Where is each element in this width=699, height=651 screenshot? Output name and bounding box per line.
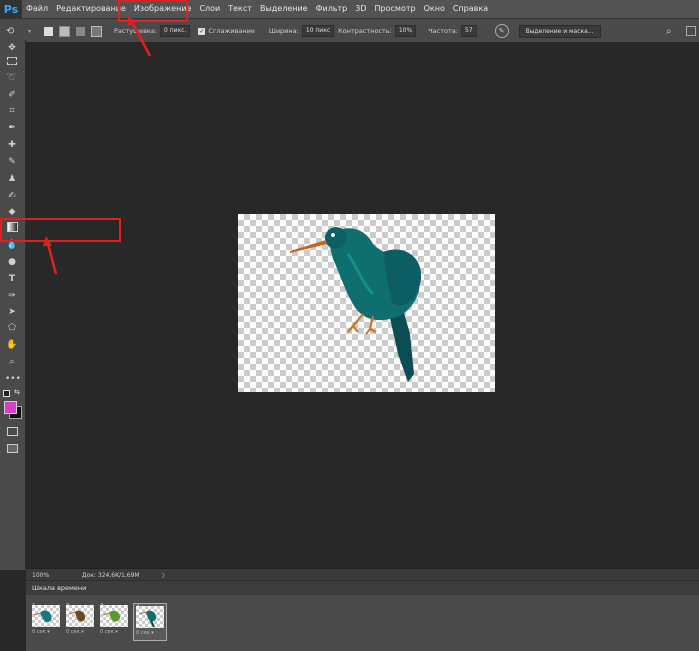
move-tool-icon[interactable]: ✥ bbox=[5, 42, 19, 54]
dodge-tool-icon[interactable]: ● bbox=[5, 256, 19, 268]
shape-tool-icon[interactable]: ⬠ bbox=[5, 322, 19, 334]
width-label: Ширина: bbox=[268, 27, 299, 35]
lasso-tool-preset-icon[interactable]: ⟲ bbox=[6, 26, 28, 37]
hummingbird-image bbox=[290, 227, 422, 382]
pen-tool-icon[interactable]: ✑ bbox=[5, 290, 19, 302]
menu-bar: Ps Файл Редактирование Изображение Слои … bbox=[0, 0, 699, 18]
more-tools-icon[interactable]: ••• bbox=[5, 373, 21, 385]
frame-number: 2 bbox=[66, 603, 70, 610]
stamp-tool-icon[interactable]: ♟ bbox=[5, 173, 19, 185]
status-menu-arrow[interactable]: 〉 bbox=[162, 571, 168, 580]
menu-window[interactable]: Окно bbox=[420, 0, 449, 18]
timeline-frame-4[interactable]: 4 0 сек.▾ bbox=[133, 603, 167, 641]
timeline-title: Шкала времени bbox=[32, 584, 87, 592]
menu-view[interactable]: Просмотр bbox=[371, 0, 420, 18]
frame-number: 3 bbox=[100, 603, 104, 610]
contrast-label: Контрастность: bbox=[338, 27, 392, 35]
annotation-box-gradient-tool bbox=[0, 218, 121, 242]
menu-layers[interactable]: Слои bbox=[195, 0, 224, 18]
frame-thumbnail bbox=[136, 606, 164, 628]
width-input[interactable]: 10 пикс bbox=[301, 25, 335, 37]
timeline-frame-1[interactable]: 1 0 сек.▾ bbox=[30, 603, 62, 639]
frequency-label: Частота: bbox=[428, 27, 458, 35]
eraser-tool-icon[interactable]: ◆ bbox=[5, 206, 19, 218]
frame-delay[interactable]: 0 сек.▾ bbox=[32, 629, 50, 635]
menu-3d[interactable]: 3D bbox=[351, 0, 370, 18]
frame-delay[interactable]: 0 сек.▾ bbox=[136, 630, 154, 636]
antialias-label: Сглаживание bbox=[208, 27, 255, 35]
crop-tool-icon[interactable]: ⌗ bbox=[5, 105, 19, 117]
quick-select-tool-icon[interactable]: ✐ bbox=[5, 89, 19, 101]
foreground-color-swatch[interactable] bbox=[4, 401, 17, 414]
marquee-tool-icon[interactable] bbox=[5, 57, 19, 69]
bird-thumbnail-icon bbox=[68, 610, 86, 622]
menu-type[interactable]: Текст bbox=[224, 0, 256, 18]
menu-help[interactable]: Справка bbox=[449, 0, 492, 18]
frequency-input[interactable]: 57 bbox=[460, 25, 477, 37]
photoshop-logo: Ps bbox=[0, 0, 22, 18]
contrast-input[interactable]: 10% bbox=[394, 25, 417, 37]
menu-select[interactable]: Выделение bbox=[256, 0, 312, 18]
chevron-down-icon[interactable]: ▾ bbox=[28, 28, 31, 35]
brush-tool-icon[interactable]: ✎ bbox=[5, 156, 19, 168]
frame-thumbnail bbox=[100, 605, 128, 627]
healing-brush-tool-icon[interactable]: ✚ bbox=[5, 139, 19, 151]
frame-number: 1 bbox=[32, 603, 36, 610]
timeline-frame-3[interactable]: 3 0 сек.▾ bbox=[98, 603, 130, 639]
bird-thumbnail-icon bbox=[33, 610, 52, 623]
stylus-pressure-icon[interactable]: ✎ bbox=[494, 24, 509, 38]
bird-thumbnail-icon bbox=[102, 610, 121, 622]
frame-delay[interactable]: 0 сек.▾ bbox=[100, 629, 118, 635]
zoom-level[interactable]: 100% bbox=[32, 572, 82, 579]
timeline-header: Шкала времени bbox=[26, 581, 699, 595]
timeline-frame-2[interactable]: 2 0 сек.▾ bbox=[64, 603, 96, 639]
timeline-panel: Шкала времени 1 0 сек.▾ 2 0 сек.▾ 3 0 се… bbox=[26, 580, 699, 651]
annotation-box-image-menu bbox=[118, 0, 188, 22]
zoom-tool-icon[interactable]: ⌕ bbox=[5, 356, 19, 368]
subtract-selection-icon[interactable] bbox=[76, 26, 86, 36]
quick-mask-icon[interactable] bbox=[5, 427, 19, 439]
path-selection-tool-icon[interactable]: ➤ bbox=[5, 306, 19, 318]
frame-number: 4 bbox=[136, 604, 140, 611]
swap-colors-icon[interactable]: ⇆ bbox=[14, 388, 20, 396]
eyedropper-tool-icon[interactable]: ✒ bbox=[5, 122, 19, 134]
menu-file[interactable]: Файл bbox=[22, 0, 52, 18]
new-selection-icon[interactable] bbox=[44, 26, 54, 36]
history-brush-tool-icon[interactable]: ✍ bbox=[5, 190, 19, 202]
add-selection-icon[interactable] bbox=[59, 25, 71, 37]
document-canvas[interactable] bbox=[238, 214, 495, 392]
workspace-icon[interactable] bbox=[686, 26, 696, 36]
intersect-selection-icon[interactable] bbox=[91, 25, 103, 37]
hand-tool-icon[interactable]: ✋ bbox=[5, 339, 19, 351]
document-info: Док: 324,6K/1,69M bbox=[82, 571, 140, 579]
feather-label: Растушевка: bbox=[114, 27, 158, 35]
feather-input[interactable]: 0 пикс. bbox=[160, 25, 191, 37]
search-icon[interactable]: ⌕ bbox=[666, 26, 672, 37]
menu-filter[interactable]: Фильтр bbox=[312, 0, 352, 18]
options-bar: ⟲ ▾ Растушевка: 0 пикс. ✓ Сглаживание Ши… bbox=[0, 18, 699, 44]
lasso-tool-icon[interactable]: ➰ bbox=[5, 72, 19, 84]
frame-thumbnail bbox=[66, 605, 94, 627]
select-and-mask-button[interactable]: Выделение и маска... bbox=[518, 24, 601, 38]
tools-panel: ✥ ➰ ✐ ⌗ ✒ ✚ ✎ ♟ ✍ ◆ 💧 ● T ✑ ➤ ⬠ ✋ ⌕ ••• … bbox=[0, 40, 26, 570]
type-tool-icon[interactable]: T bbox=[5, 273, 19, 285]
screen-mode-icon[interactable] bbox=[5, 444, 19, 456]
frame-delay[interactable]: 0 сек.▾ bbox=[66, 629, 84, 635]
bird-thumbnail-icon bbox=[139, 610, 157, 628]
frame-thumbnail bbox=[32, 605, 60, 627]
default-colors-icon[interactable] bbox=[3, 390, 10, 397]
antialias-checkbox[interactable]: ✓ bbox=[198, 27, 206, 35]
